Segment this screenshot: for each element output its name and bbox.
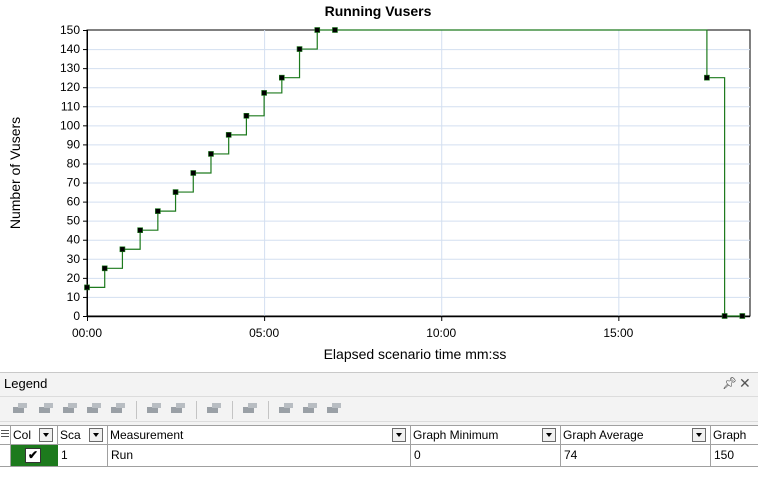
y-tick-label: 20 — [67, 271, 81, 285]
y-tick-label: 110 — [61, 99, 80, 113]
x-axis-title: Elapsed scenario time mm:ss — [324, 346, 507, 362]
data-point — [279, 74, 285, 81]
graph-minimum-cell: 0 — [411, 445, 561, 466]
save-icon[interactable] — [326, 402, 343, 417]
row-handle-icon — [1, 430, 9, 441]
y-tick-label: 40 — [67, 233, 81, 247]
chevron-down-icon[interactable] — [392, 428, 406, 442]
toolbar-divider — [268, 401, 269, 419]
column-header-graph-minimum-label: Graph Minimum — [413, 428, 499, 442]
legend-table: Col Sca Measurement Graph Minimum Graph … — [0, 425, 758, 490]
chart-title: Running Vusers — [325, 3, 432, 19]
data-point — [296, 46, 303, 52]
data-point — [137, 227, 143, 233]
scale-cell: 1 — [58, 445, 108, 466]
x-tick-label: 05:00 — [249, 326, 279, 340]
y-tick-label: 150 — [60, 23, 80, 37]
y-axis-title: Number of Vusers — [7, 117, 23, 229]
y-tick-label: 50 — [67, 214, 81, 228]
running-vusers-chart: Running Vusers 0 10 20 30 40 50 60 70 80 90 100 110… — [0, 0, 758, 372]
graph-average-cell: 74 — [561, 445, 711, 466]
toolbar-divider — [196, 401, 197, 419]
hide-all-icon[interactable] — [62, 402, 79, 417]
show-all-icon[interactable] — [38, 402, 55, 417]
legend-row[interactable]: ✔ 1 Run 0 74 150 — [0, 445, 758, 467]
close-icon[interactable]: ✕ — [739, 375, 751, 392]
data-point — [208, 151, 214, 157]
pin-icon[interactable]: 📌︎ — [722, 376, 737, 390]
data-point — [261, 90, 267, 96]
column-header-scale[interactable]: Sca — [58, 426, 108, 445]
column-header-measurement-label: Measurement — [110, 428, 184, 442]
column-header-graph-minimum[interactable]: Graph Minimum — [411, 426, 561, 445]
graph-maximum-cell: 150 — [714, 448, 735, 462]
column-header-graph-average-label: Graph Average — [563, 428, 644, 442]
sort-icon[interactable] — [278, 402, 295, 417]
y-tick-label: 90 — [67, 137, 81, 151]
column-header-color[interactable]: Col — [11, 426, 58, 445]
y-tick-label: 130 — [60, 61, 80, 75]
link-icon[interactable] — [86, 402, 103, 417]
column-header-graph-maximum-label: Graph — [713, 428, 747, 442]
plot-area — [86, 29, 751, 317]
filter-icon[interactable] — [110, 402, 127, 417]
data-point — [190, 170, 197, 176]
legend-title: Legend — [4, 376, 48, 391]
toolbar-divider — [136, 401, 137, 419]
data-point — [119, 246, 126, 253]
column-header-measurement[interactable]: Measurement — [108, 426, 411, 445]
x-tick-label: 10:00 — [426, 326, 456, 340]
legend-table-header: Col Sca Measurement Graph Minimum Graph … — [0, 425, 758, 445]
data-point — [704, 74, 710, 81]
data-point — [101, 265, 108, 272]
y-tick-label: 140 — [60, 42, 80, 56]
correlate-icon[interactable] — [206, 402, 223, 417]
data-point — [155, 208, 161, 214]
chart-area: Running Vusers 0 10 20 30 40 50 60 70 80 90 100 110… — [0, 0, 758, 372]
x-tick-label: 00:00 — [72, 326, 102, 340]
data-point — [739, 313, 746, 319]
y-tick-label: 10 — [67, 290, 81, 304]
data-point — [314, 27, 321, 33]
series-color-swatch[interactable]: ✔ — [11, 445, 58, 466]
animate-icon[interactable] — [146, 402, 163, 417]
column-header-graph-average[interactable]: Graph Average — [561, 426, 711, 445]
chevron-down-icon[interactable] — [542, 428, 556, 442]
y-tick-label: 80 — [67, 156, 81, 170]
data-point — [243, 113, 250, 119]
column-header-graph-maximum[interactable]: Graph — [711, 426, 758, 445]
y-tick-label: 60 — [67, 195, 81, 209]
legend-panel: Legend 📌︎ ✕ Col Sca Measurement Graph Mi… — [0, 372, 758, 490]
data-point — [172, 189, 179, 195]
chevron-down-icon[interactable] — [89, 428, 103, 442]
row-handle-column — [0, 426, 11, 445]
x-tick-label: 15:00 — [603, 326, 633, 340]
data-point — [332, 27, 338, 33]
y-tick-label: 30 — [67, 252, 81, 266]
series-visible-checkbox[interactable]: ✔ — [25, 448, 41, 463]
y-tick-label: 120 — [60, 80, 80, 94]
y-tick-label: 70 — [67, 176, 81, 190]
toolbar-divider — [232, 401, 233, 419]
data-point — [721, 313, 728, 319]
export-icon[interactable] — [170, 402, 187, 417]
data-point — [84, 284, 90, 291]
legend-header: Legend 📌︎ ✕ — [0, 373, 758, 395]
chevron-down-icon[interactable] — [39, 428, 53, 442]
column-header-color-label: Col — [13, 428, 32, 442]
data-point — [225, 132, 232, 138]
legend-toolbar — [0, 396, 758, 422]
configure-measurements-icon[interactable] — [12, 402, 29, 417]
column-header-scale-label: Sca — [60, 428, 81, 442]
chevron-down-icon[interactable] — [692, 428, 706, 442]
y-tick-label: 0 — [73, 309, 80, 323]
columns-icon[interactable] — [242, 402, 259, 417]
collapse-icon[interactable] — [302, 402, 319, 417]
row-handle-cell — [0, 445, 11, 466]
measurement-cell: Run — [108, 445, 411, 466]
y-tick-label: 100 — [60, 118, 80, 132]
